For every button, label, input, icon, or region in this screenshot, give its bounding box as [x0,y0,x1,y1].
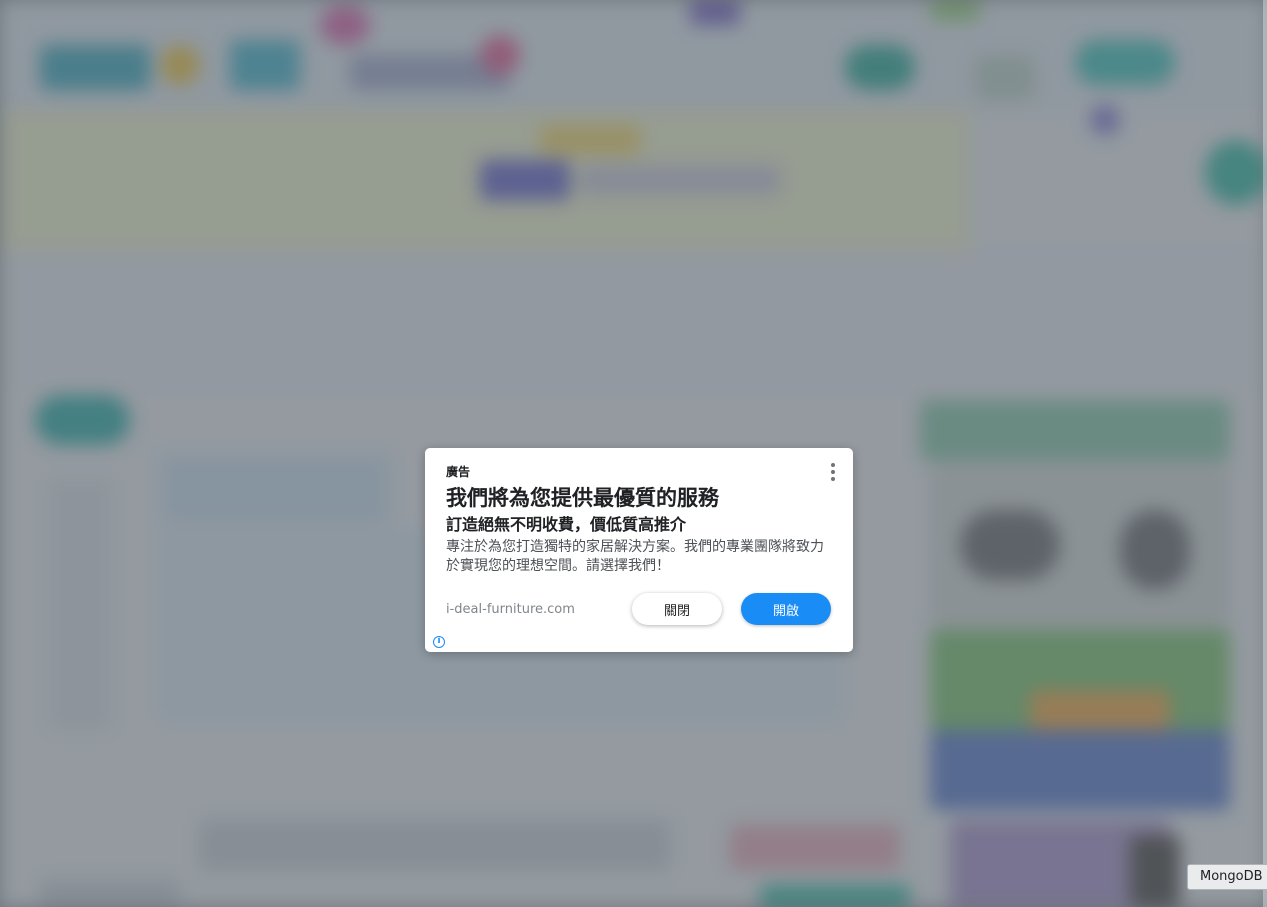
ad-domain[interactable]: i-deal-furniture.com [446,602,575,618]
page-scrollbar[interactable] [1263,0,1267,907]
more-vert-icon[interactable] [827,463,839,481]
status-tooltip: MongoDB [1187,864,1267,890]
menu-dot [831,463,835,467]
menu-dot [831,477,835,481]
info-icon[interactable]: i [433,636,445,648]
menu-dot [831,470,835,474]
ad-dialog: 廣告 我們將為您提供最優質的服務 訂造絕無不明收費，價低質高推介 專注於為您打造… [425,448,853,652]
ad-body-text: 專注於為您打造獨特的家居解決方案。我們的專業團隊將致力於實現您的理想空間。請選擇… [446,539,824,574]
open-button[interactable]: 開啟 [741,593,831,625]
ad-label: 廣告 [446,465,471,479]
close-button[interactable]: 關閉 [632,593,722,625]
ad-headline: 我們將為您提供最優質的服務 [446,486,719,510]
ad-subheadline: 訂造絕無不明收費，價低質高推介 [446,515,687,534]
ad-footer: i-deal-furniture.com 關閉 開啟 [446,593,831,625]
